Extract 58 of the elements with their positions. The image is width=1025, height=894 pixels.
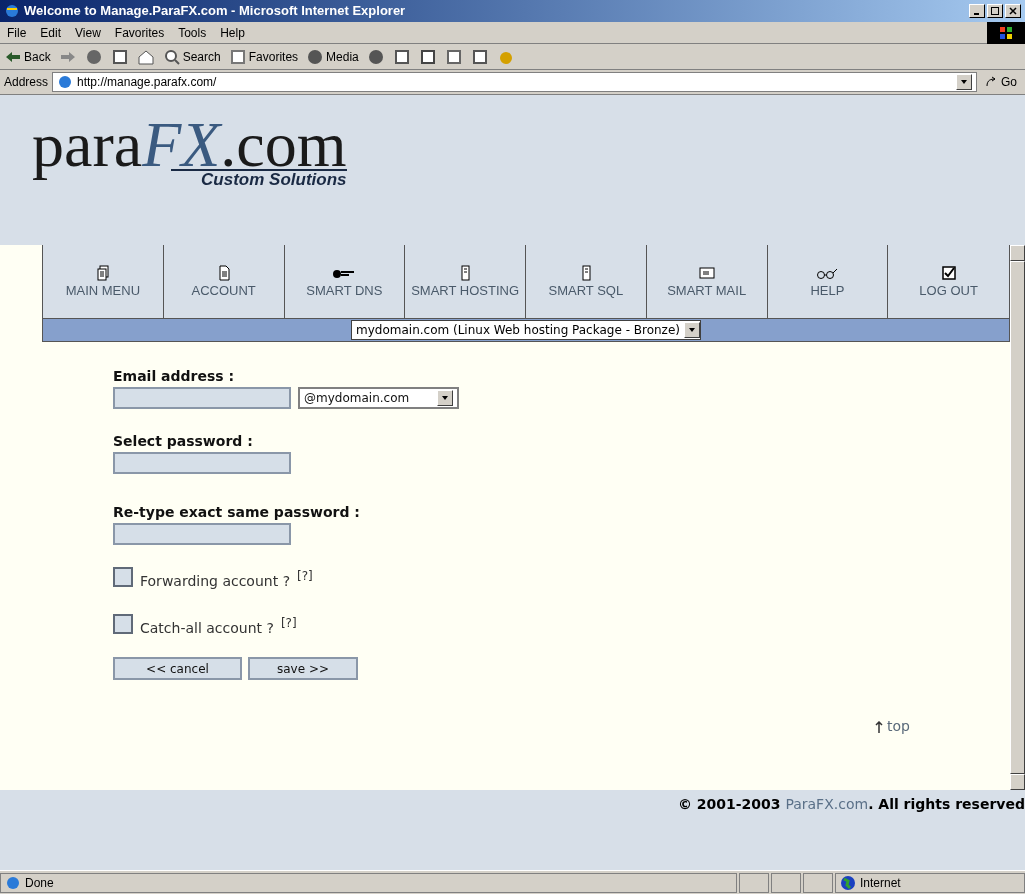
save-button[interactable]: save >> <box>248 657 358 680</box>
toolbar-button[interactable]: Back <box>4 47 51 66</box>
cancel-button[interactable]: << cancel <box>113 657 242 680</box>
menu-item[interactable]: Tools <box>171 23 214 42</box>
email-label: Email address : <box>113 367 236 386</box>
address-field[interactable]: http://manage.parafx.com/ <box>52 72 977 92</box>
menu-item[interactable]: View <box>68 23 108 42</box>
checkbox[interactable] <box>113 567 133 587</box>
dropdown-button[interactable] <box>684 322 700 338</box>
email-field[interactable] <box>113 387 291 409</box>
caret-icon <box>960 78 968 86</box>
menu-item[interactable]: Help <box>213 23 252 42</box>
checkbox[interactable] <box>113 614 133 634</box>
top-link[interactable]: top <box>875 716 910 737</box>
windows-logo-icon <box>987 21 1025 44</box>
up-arrow-icon <box>875 720 884 733</box>
page-icon <box>5 874 21 891</box>
browser-icon <box>4 3 20 19</box>
status-pane <box>739 872 769 893</box>
nav-tab[interactable]: LOG OUT <box>888 245 1009 318</box>
toolbar-button[interactable]: Favorites <box>228 47 299 66</box>
zone-text: Internet <box>860 874 901 892</box>
checkbox-label: Catch-all account ? <box>140 619 274 638</box>
menu-item[interactable]: File <box>0 23 34 42</box>
domain-select[interactable]: mydomain.com (Linux Web hosting Package - Bronze) <box>351 320 701 340</box>
checkbox-label: Forwarding account ? <box>140 572 291 591</box>
domain-dropdown[interactable]: @mydomain.com <box>298 387 459 409</box>
copyright-text: © 2001-2003 ParaFX.com. All rights reserved <box>677 795 1025 814</box>
status-pane <box>803 872 833 893</box>
search-icon <box>162 47 181 66</box>
retype-password-label: Re-type exact same password : <box>113 503 361 522</box>
toolbar-button[interactable]: Media <box>306 47 359 66</box>
minimize-icon[interactable] <box>969 4 985 18</box>
dropdown-button[interactable] <box>437 390 453 406</box>
go-button[interactable]: Go <box>981 73 1021 91</box>
toolbar-button[interactable]: Search <box>162 47 221 66</box>
caret-icon <box>441 394 449 402</box>
help-link[interactable]: [?] <box>297 567 313 585</box>
help-link[interactable]: [?] <box>280 614 297 632</box>
pages-icon <box>94 264 111 281</box>
caret-icon <box>688 326 696 334</box>
menu-item[interactable]: Favorites <box>107 23 172 42</box>
window-title: Welcome to Manage.ParaFX.com - Microsoft Internet Explorer <box>24 2 407 21</box>
status-pane <box>771 872 801 893</box>
dropdown-button[interactable] <box>956 74 972 90</box>
url-text: http://manage.parafx.com/ <box>77 74 218 91</box>
menu-item[interactable]: Edit <box>33 23 69 42</box>
password-field[interactable] <box>113 452 291 474</box>
checkbox-icon <box>940 264 957 281</box>
status-text: Done <box>25 874 54 892</box>
maximize-icon[interactable] <box>987 4 1003 18</box>
address-label: Address <box>4 74 49 91</box>
retype-password-field[interactable] <box>113 523 291 545</box>
parafx-link[interactable]: ParaFX.com <box>785 796 869 812</box>
arrow-icon <box>985 76 997 88</box>
close-icon[interactable] <box>1005 4 1021 18</box>
page-icon <box>57 74 74 90</box>
password-label: Select password : <box>113 432 254 451</box>
